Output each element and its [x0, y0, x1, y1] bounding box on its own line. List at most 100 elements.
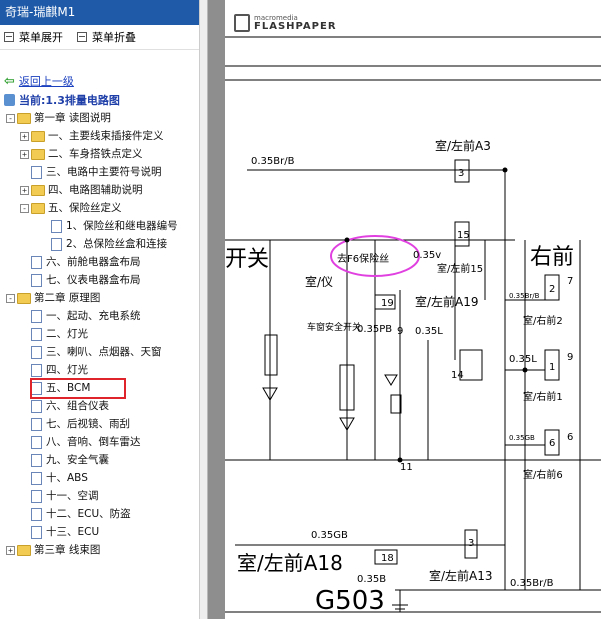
- pin-3-label: 3: [458, 168, 464, 179]
- document-icon: [31, 489, 42, 503]
- tree-document-item[interactable]: 十一、空调: [20, 487, 99, 505]
- tree-item-label: 第一章 读图说明: [34, 112, 111, 124]
- conn-a6-label: 室/右前6: [523, 468, 563, 481]
- collapse-node-icon[interactable]: -: [20, 203, 29, 213]
- tree-document-item[interactable]: 六、前舱电器盒布局: [20, 253, 141, 271]
- pin-1-label: 1: [549, 362, 555, 373]
- tree-document-item[interactable]: 四、灯光: [20, 361, 88, 379]
- document-icon: [31, 399, 42, 413]
- tree-folder-item[interactable]: - 五、保险丝定义: [20, 199, 122, 217]
- fuse-note: 去F6保险丝: [337, 252, 389, 265]
- conn-a13-label: 室/左前A13: [429, 568, 493, 583]
- expand-menu-button[interactable]: 菜单展开: [4, 29, 63, 45]
- document-icon: [31, 345, 42, 359]
- tree-item-label: 三、电路中主要符号说明: [46, 166, 162, 178]
- expand-icon: [4, 32, 14, 42]
- expand-node-icon[interactable]: +: [6, 545, 15, 555]
- collapse-node-icon[interactable]: -: [6, 293, 15, 303]
- folder-icon: [17, 112, 31, 124]
- folder-icon: [31, 184, 45, 196]
- tree-folder-item[interactable]: + 一、主要线束插接件定义: [20, 127, 164, 145]
- tree-document-item[interactable]: 八、音响、倒车雷达: [20, 433, 141, 451]
- circuit-diagram-page: macromedia FLASHPAPER 0.35Br/B 室/左前A3 3 …: [225, 0, 601, 619]
- tree-document-item[interactable]: 十、ABS: [20, 469, 88, 487]
- tree-item-label: 二、车身搭铁点定义: [48, 148, 143, 160]
- wire-035gb-small-label: 0.35GB: [509, 434, 535, 442]
- tree-document-item[interactable]: 2、总保险丝盒和连接: [40, 235, 167, 253]
- document-icon: [31, 417, 42, 431]
- tree-folder-item[interactable]: + 第三章 线束图: [6, 541, 100, 559]
- right-header-text: 右前: [530, 245, 574, 270]
- navigation-pane: 奇瑞-瑞麒M1 菜单展开 菜单折叠 ⇦ 返回上一级 当前:1.3排量电路图 - 第…: [0, 0, 208, 619]
- document-icon: [31, 435, 42, 449]
- back-arrow-icon: ⇦: [4, 73, 15, 89]
- switch-text: 开关: [225, 247, 269, 272]
- tree-item-label: 一、起动、充电系统: [46, 310, 141, 322]
- current-location: 当前:1.3排量电路图: [4, 92, 120, 108]
- tree-document-item[interactable]: 七、仪表电器盒布局: [20, 271, 141, 289]
- expand-node-icon[interactable]: +: [20, 149, 29, 159]
- current-location-label: 当前:1.3排量电路图: [19, 94, 120, 107]
- wire-brb-top-label: 0.35Br/B: [251, 156, 295, 167]
- tree-folder-item[interactable]: + 二、车身搭铁点定义: [20, 145, 143, 163]
- folder-icon: [31, 130, 45, 142]
- document-icon: [31, 507, 42, 521]
- tree-item-label: 第二章 原理图: [34, 292, 101, 304]
- tree-document-item[interactable]: 二、灯光: [20, 325, 88, 343]
- tree-document-item[interactable]: 三、电路中主要符号说明: [20, 163, 162, 181]
- tree-item-label: 四、灯光: [46, 364, 88, 376]
- wire-035gb-label: 0.35GB: [311, 530, 348, 541]
- window-title: 奇瑞-瑞麒M1: [0, 0, 207, 25]
- document-icon: [31, 471, 42, 485]
- wire-brb-bottom-label: 0.35Br/B: [510, 578, 554, 589]
- conn-a18-label: 室/左前A18: [237, 551, 343, 575]
- tree-document-item[interactable]: 九、安全气囊: [20, 451, 109, 469]
- tree-item-label: 2、总保险丝盒和连接: [66, 238, 168, 250]
- tree-document-item[interactable]: 七、后视镜、雨刮: [20, 415, 130, 433]
- tree-document-item[interactable]: 十三、ECU: [20, 523, 99, 541]
- collapse-node-icon[interactable]: -: [6, 113, 15, 123]
- tree-item-label: 三、喇叭、点烟器、天窗: [46, 346, 162, 358]
- wire-035l-2-label: 0.35L: [509, 354, 537, 365]
- tree-item-label: 八、音响、倒车雷达: [46, 436, 141, 448]
- tree-item-label: 1、保险丝和继电器编号: [66, 220, 178, 232]
- tree-item-label: 十、ABS: [46, 472, 88, 484]
- ground-g503-label: G503: [315, 586, 385, 616]
- back-link-label[interactable]: 返回上一级: [19, 73, 74, 89]
- menu-toolbar: 菜单展开 菜单折叠: [0, 25, 207, 50]
- tree-item-label: 九、安全气囊: [46, 454, 109, 466]
- tree-document-item[interactable]: 一、起动、充电系统: [20, 307, 141, 325]
- wire-035b-label: 0.35B: [357, 574, 386, 585]
- expand-node-icon[interactable]: +: [20, 185, 29, 195]
- tree-folder-item[interactable]: + 四、电路图辅助说明: [20, 181, 143, 199]
- collapse-menu-label: 菜单折叠: [92, 31, 136, 44]
- pin-3b-label: 3: [468, 538, 474, 549]
- collapse-menu-button[interactable]: 菜单折叠: [77, 29, 136, 45]
- document-icon: [31, 453, 42, 467]
- tree-document-item[interactable]: 三、喇叭、点烟器、天窗: [20, 343, 162, 361]
- pin-18-label: 18: [381, 553, 394, 564]
- tree-document-item[interactable]: 十二、ECU、防盗: [20, 505, 131, 523]
- back-link[interactable]: ⇦ 返回上一级: [4, 73, 74, 89]
- tree-item-label: 六、前舱电器盒布局: [46, 256, 141, 268]
- pin-2-label: 2: [549, 284, 555, 295]
- expand-menu-label: 菜单展开: [19, 31, 63, 44]
- tree-folder-item[interactable]: - 第一章 读图说明: [6, 109, 111, 127]
- conn-a1-label: 室/右前1: [523, 390, 563, 403]
- tree-item-label: 七、仪表电器盒布局: [46, 274, 141, 286]
- pin-15-label: 15: [457, 230, 470, 241]
- vertical-scrollbar[interactable]: [199, 0, 207, 619]
- document-icon: [31, 363, 42, 377]
- pin-14-label: 14: [451, 370, 464, 381]
- tree-document-item[interactable]: 1、保险丝和继电器编号: [40, 217, 178, 235]
- circuit-diagram: 0.35Br/B 室/左前A3 3 开关 15 去F6保险丝 0.35v 室/左…: [225, 36, 601, 616]
- tree-item-label: 十三、ECU: [46, 526, 100, 538]
- document-icon: [31, 525, 42, 539]
- expand-node-icon[interactable]: +: [20, 131, 29, 141]
- tree-folder-item[interactable]: - 第二章 原理图: [6, 289, 100, 307]
- tree-item-label: 六、组合仪表: [46, 400, 109, 412]
- conn-interior-label: 室/仪: [305, 274, 333, 289]
- document-viewer[interactable]: macromedia FLASHPAPER 0.35Br/B 室/左前A3 3 …: [208, 0, 601, 619]
- collapse-icon: [77, 32, 87, 42]
- tree-document-item[interactable]: 六、组合仪表: [20, 397, 109, 415]
